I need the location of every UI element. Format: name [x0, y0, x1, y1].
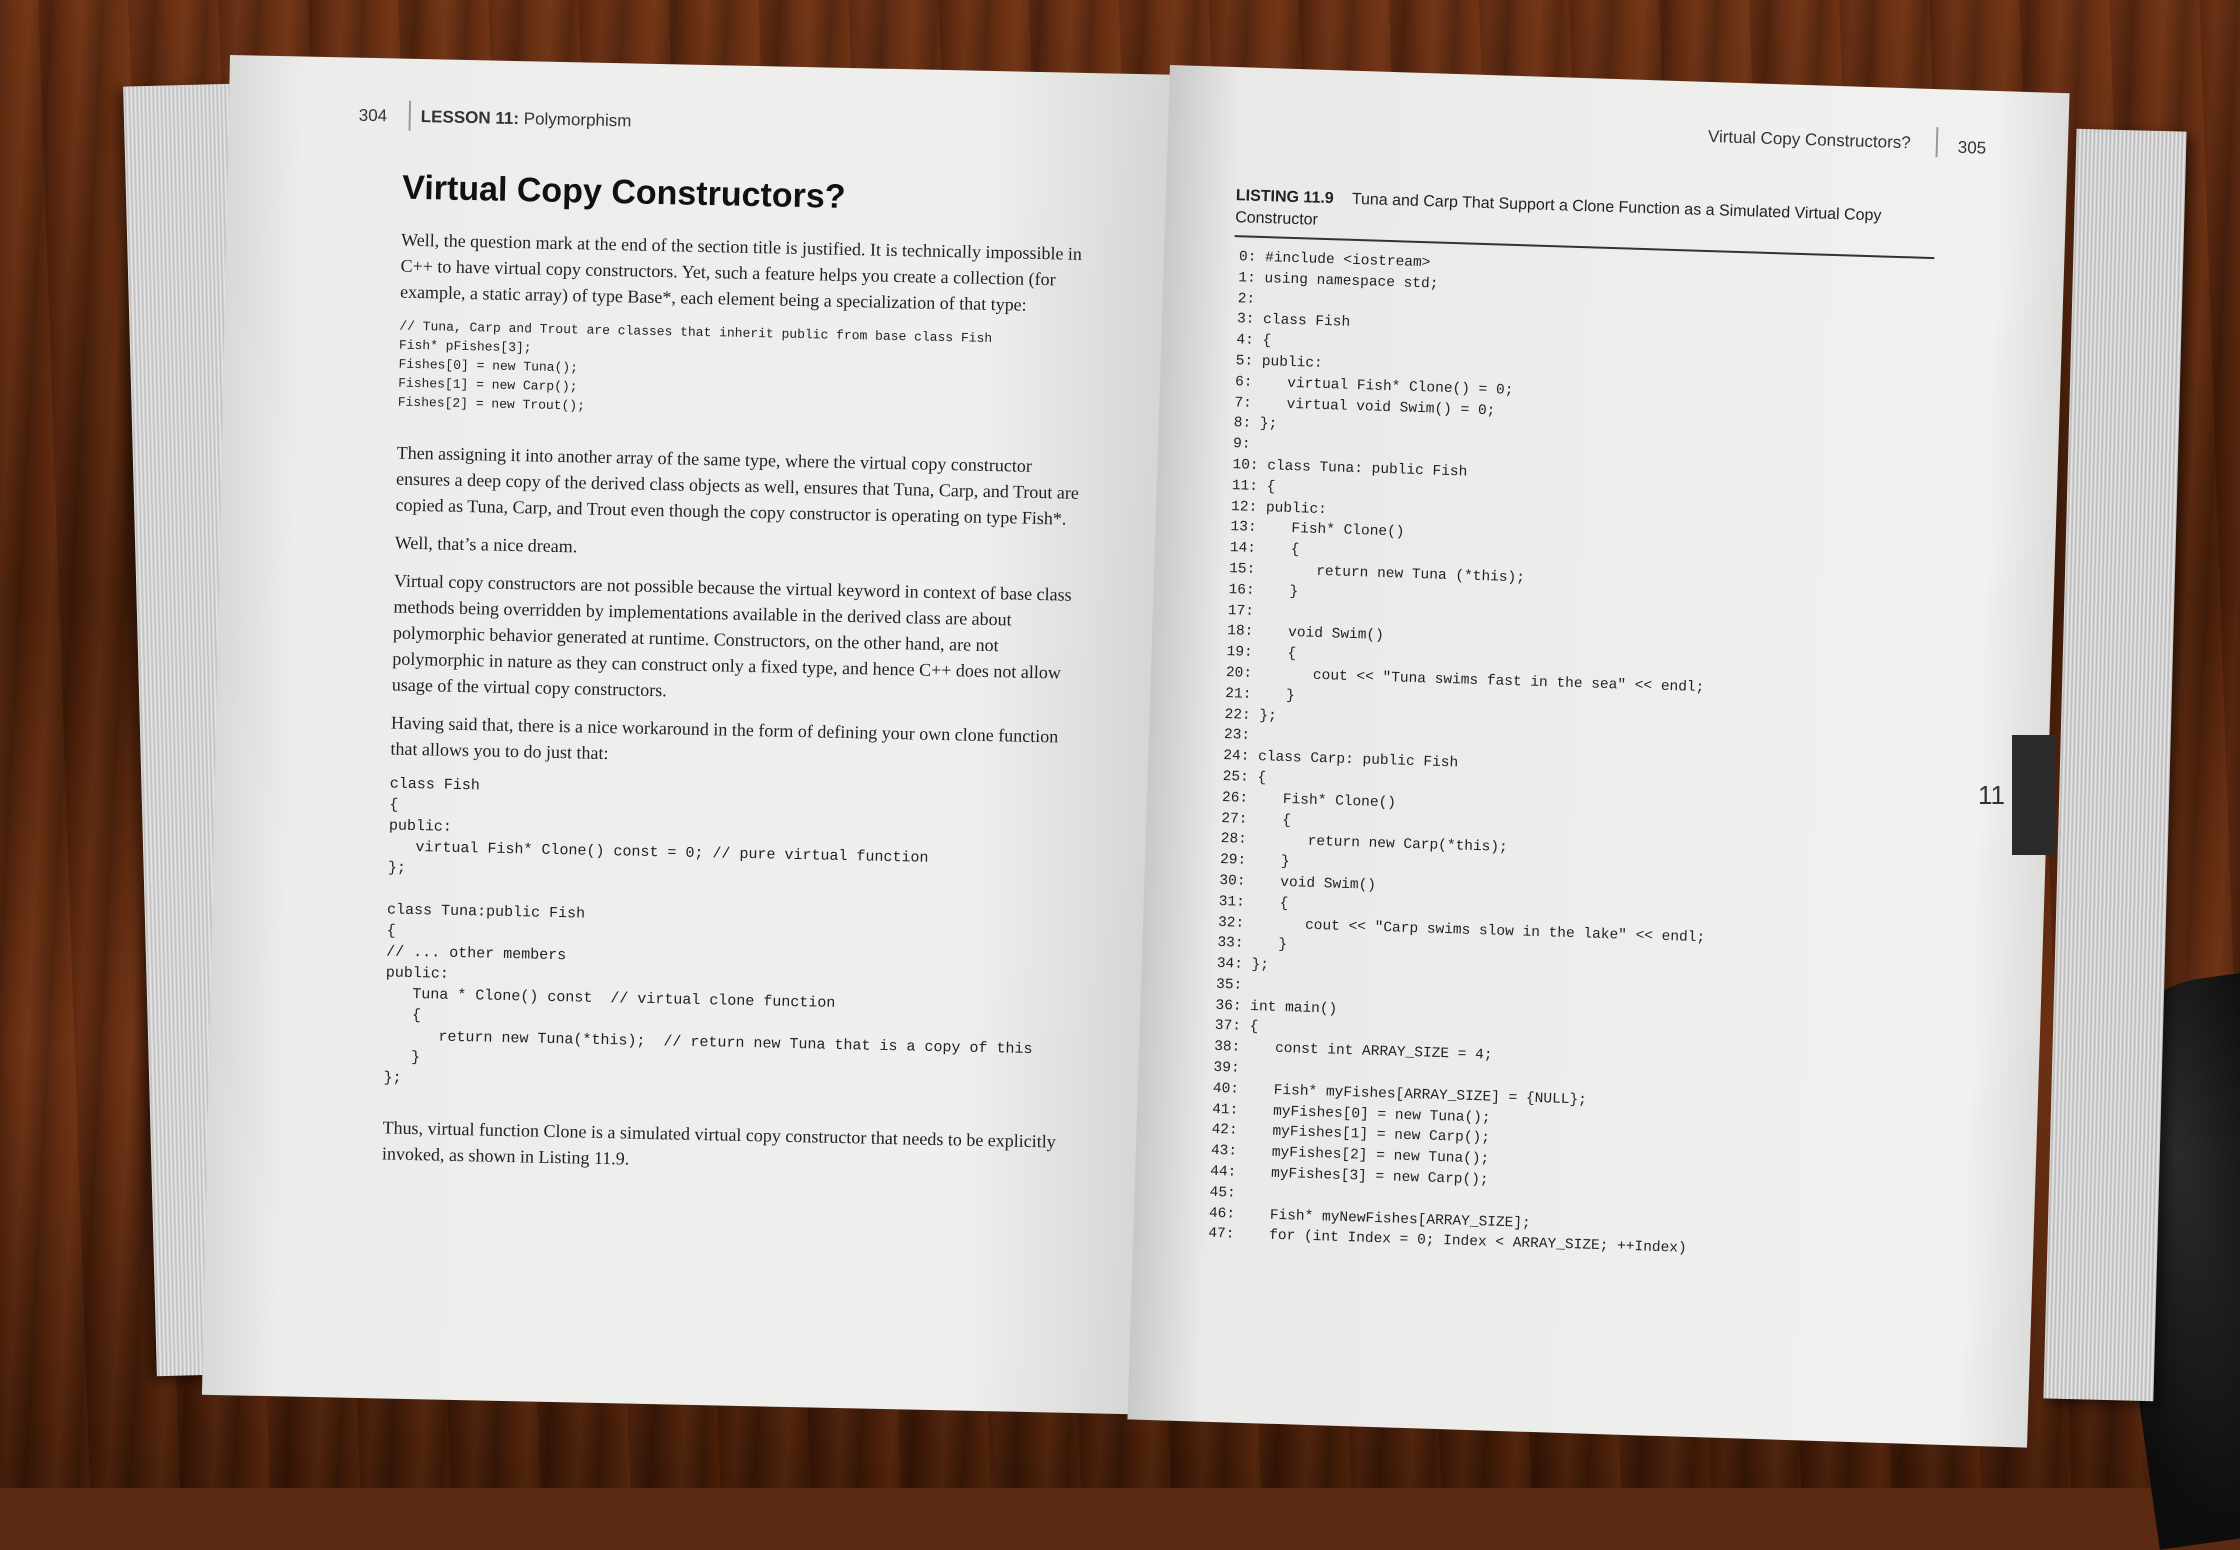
thumb-tab-number: 11 — [1978, 780, 2005, 810]
paragraph: Well, that’s a nice dream. — [394, 532, 578, 557]
right-page-number: 305 — [1957, 137, 1987, 158]
listing-code: 0: #include <iostream> 1: using namespac… — [1208, 249, 1706, 1258]
header-divider — [1935, 127, 1939, 158]
listing-label: LISTING 11.9 — [1235, 187, 1334, 208]
section-title: Virtual Copy Constructors? — [401, 168, 846, 216]
left-page: 304 LESSON 11: Polymorphism Virtual Copy… — [201, 55, 1175, 1415]
listing-header: LISTING 11.9 Tuna and Carp That Support … — [1235, 185, 1936, 251]
running-head-lesson: LESSON 11: — [420, 107, 520, 129]
paragraph: Virtual copy constructors are not possib… — [391, 570, 1072, 701]
running-head: LESSON 11: Polymorphism — [421, 107, 632, 131]
code-block: class Fish { public: virtual Fish* Clone… — [383, 775, 1033, 1087]
left-body: Well, the question mark at the end of th… — [382, 227, 1092, 1193]
paragraph: Having said that, there is a nice workar… — [390, 712, 1059, 764]
paragraph: Then assigning it into another array of … — [395, 442, 1080, 529]
header-divider — [408, 100, 412, 131]
right-page: Virtual Copy Constructors? 305 LISTING 1… — [1127, 65, 2070, 1448]
paragraph: Thus, virtual function Clone is a simula… — [381, 1117, 1056, 1169]
running-head: Virtual Copy Constructors? — [1707, 126, 1912, 153]
paragraph: Well, the question mark at the end of th… — [399, 229, 1083, 315]
left-page-number: 304 — [358, 105, 388, 126]
code-block: // Tuna, Carp and Trout are classes that… — [397, 318, 993, 414]
running-head-topic: Polymorphism — [523, 109, 632, 131]
thumb-tab — [2012, 735, 2056, 855]
